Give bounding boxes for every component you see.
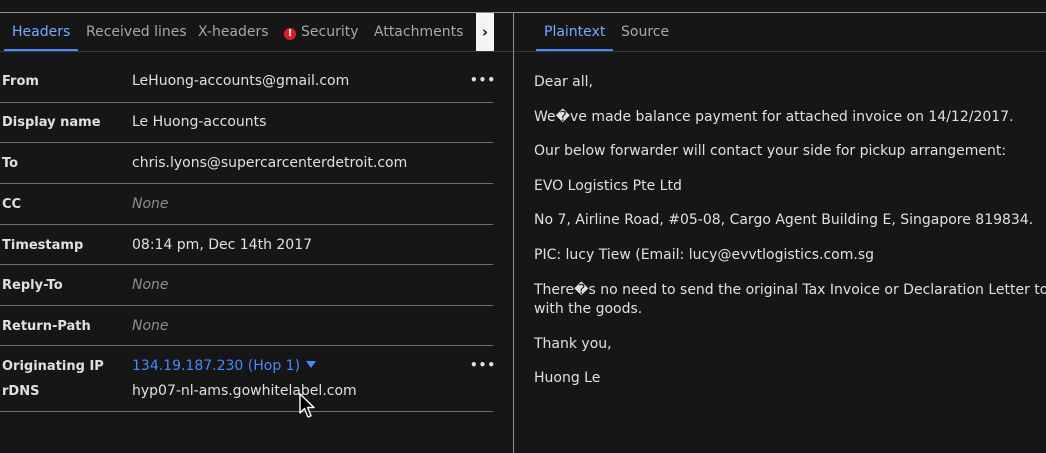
- return-path-value: None: [132, 318, 169, 334]
- header-row-from: From LeHuong-accounts@gmail.com •••: [0, 51, 496, 103]
- caret-down-icon: [306, 361, 317, 368]
- tab-security-label: Security: [301, 24, 359, 40]
- timestamp-label: Timestamp: [2, 238, 84, 253]
- rdns-value: hyp07-nl-ams.gowhitelabel.com: [132, 383, 357, 399]
- chevron-right-icon[interactable]: ›: [476, 13, 494, 51]
- reply-to-label: Reply-To: [2, 278, 63, 293]
- originating-ip-value: 134.19.187.230 (Hop 1): [132, 358, 301, 374]
- reply-to-value: None: [132, 277, 169, 293]
- overflow-menu-icon[interactable]: •••: [470, 358, 496, 372]
- message-line: Huong Le: [534, 370, 601, 386]
- rdns-label: rDNS: [2, 384, 40, 399]
- message-line: PIC: lucy Tiew (Email: lucy@evvtlogistic…: [534, 247, 874, 263]
- message-tab-bar: Plaintext Source: [514, 13, 1046, 52]
- to-label: To: [2, 156, 19, 171]
- alert-icon: !: [284, 28, 296, 40]
- tab-headers[interactable]: Headers: [4, 13, 79, 51]
- message-line: Dear all,: [534, 74, 593, 90]
- message-line: Thank you,: [534, 336, 612, 352]
- message-line: We�ve made balance payment for attached …: [534, 109, 1014, 125]
- to-value: chris.lyons@supercarcenterdetroit.com: [132, 155, 408, 171]
- cc-label: CC: [2, 197, 22, 212]
- cc-value: None: [132, 196, 169, 212]
- header-row-return-path: Return-Path None: [0, 306, 493, 346]
- tab-source[interactable]: Source: [621, 13, 669, 49]
- display-name-label: Display name: [2, 115, 101, 130]
- tab-plaintext[interactable]: Plaintext: [536, 13, 614, 51]
- overflow-menu-icon[interactable]: •••: [470, 73, 496, 87]
- message-panel: Plaintext Source Dear all, We�ve made ba…: [514, 13, 1046, 453]
- message-line: No 7, Airline Road, #05-08, Cargo Agent …: [534, 212, 1034, 228]
- from-value: LeHuong-accounts@gmail.com: [132, 73, 350, 89]
- message-line: EVO Logistics Pte Ltd: [534, 178, 682, 194]
- tab-security[interactable]: ! Security: [284, 13, 359, 49]
- header-row-reply-to: Reply-To None: [0, 265, 493, 306]
- header-row-cc: CC None: [0, 184, 493, 225]
- message-line: with the goods.: [534, 301, 643, 317]
- tab-x-headers[interactable]: X-headers: [198, 13, 269, 49]
- header-row-timestamp: Timestamp 08:14 pm, Dec 14th 2017: [0, 225, 493, 265]
- originating-ip-label: Originating IP: [2, 359, 104, 374]
- tab-received-lines[interactable]: Received lines: [86, 13, 187, 49]
- message-line: Our below forwarder will contact your si…: [534, 143, 1007, 159]
- message-line: There�s no need to send the original Tax…: [534, 282, 1046, 298]
- headers-panel: Headers Received lines X-headers ! Securi…: [0, 13, 513, 453]
- from-label: From: [2, 74, 39, 89]
- mouse-cursor-icon: [299, 393, 315, 418]
- header-row-to: To chris.lyons@supercarcenterdetroit.com: [0, 143, 493, 184]
- headers-tab-bar: Headers Received lines X-headers ! Securi…: [0, 13, 513, 52]
- header-row-display-name: Display name Le Huong-accounts: [0, 103, 493, 143]
- tab-attachments[interactable]: Attachments: [374, 13, 463, 49]
- timestamp-value: 08:14 pm, Dec 14th 2017: [132, 237, 313, 253]
- header-row-originating-ip: Originating IP 134.19.187.230 (Hop 1) ••…: [0, 346, 496, 412]
- originating-ip-link[interactable]: 134.19.187.230 (Hop 1): [132, 358, 317, 374]
- display-name-value: Le Huong-accounts: [132, 114, 267, 130]
- return-path-label: Return-Path: [2, 319, 91, 334]
